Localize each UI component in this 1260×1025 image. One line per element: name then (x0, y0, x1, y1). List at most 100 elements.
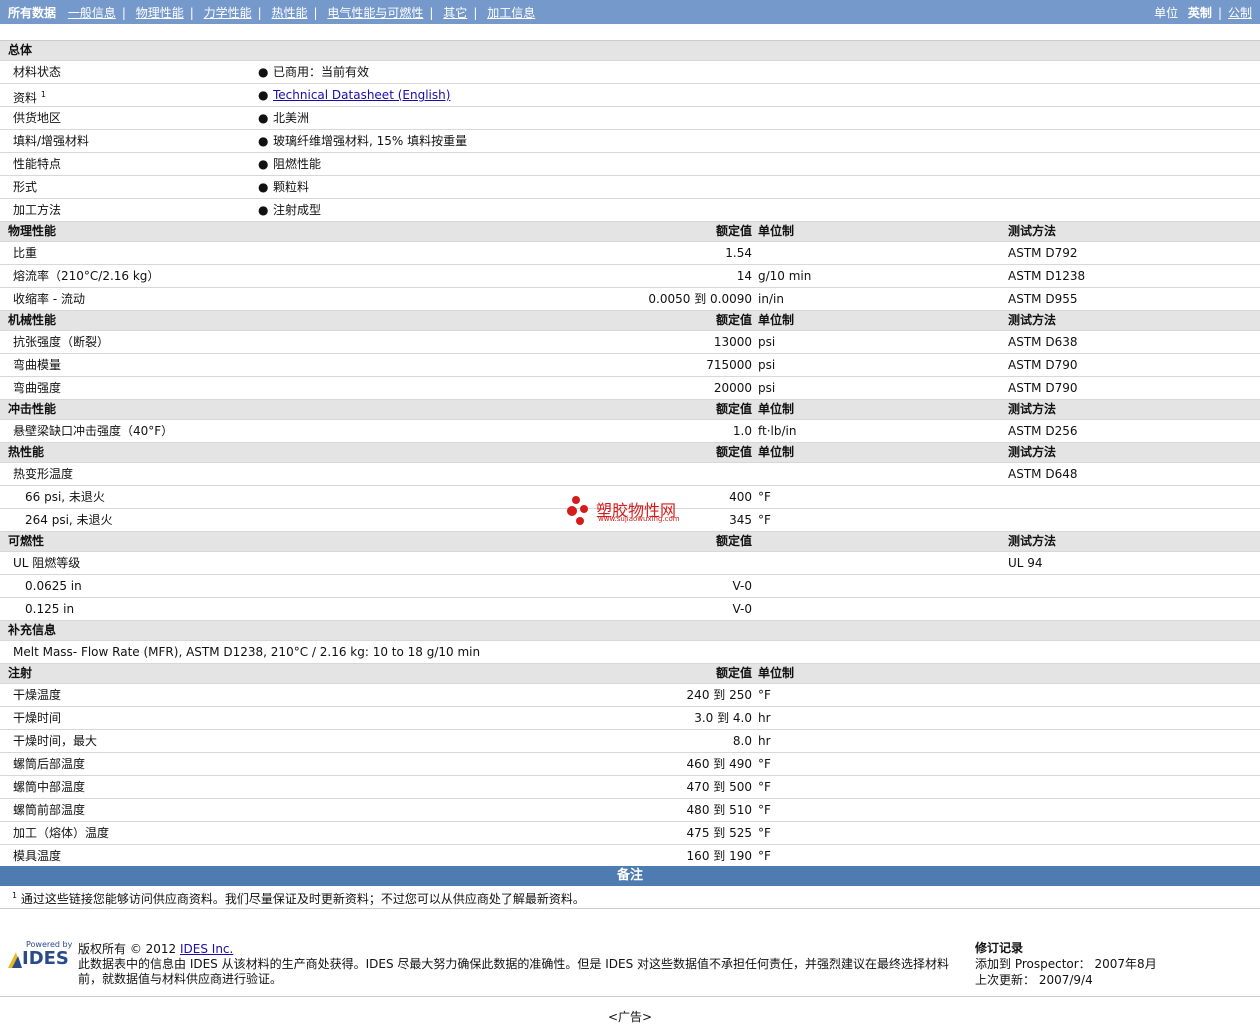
row-test-method: ASTM D256 (1008, 424, 1078, 438)
table-row: 模具温度 160 到 190 °F (0, 845, 1260, 868)
unit-label: 单位 (1154, 6, 1179, 20)
column-header-unit: 单位制 (758, 224, 795, 238)
column-header-test: 测试方法 (1008, 402, 1057, 416)
row-test-method: UL 94 (1008, 556, 1043, 570)
unit-metric-link[interactable]: 公制 (1228, 6, 1252, 20)
divider (0, 908, 1260, 909)
column-header-nominal: 额定值 (715, 313, 752, 327)
tab-general[interactable]: 一般信息 (68, 6, 116, 20)
row-label: 模具温度 (13, 849, 62, 863)
table-row: 螺筒中部温度 470 到 500 °F (0, 776, 1260, 799)
row-value: 400 (729, 490, 752, 504)
row-value: 475 到 525 (686, 826, 752, 840)
row-test-method: ASTM D1238 (1008, 269, 1086, 283)
row-label: 供货地区 (13, 111, 62, 125)
unit-english-button[interactable]: 英制 (1188, 6, 1212, 20)
row-unit: psi (758, 358, 776, 372)
bullet-icon: ● (258, 88, 269, 102)
column-header-test: 测试方法 (1008, 313, 1057, 327)
row-value: V-0 (732, 602, 752, 616)
row-value: 注射成型 (273, 203, 322, 217)
section-title: 注射 (8, 666, 33, 680)
row-label: 0.0625 in (25, 579, 82, 593)
section-header-impact: 冲击性能 额定值 单位制 测试方法 (0, 400, 1260, 420)
datasheet-table: 总体 材料状态 ● 已商用：当前有效 资料 1 ● Technical Datashee… (0, 40, 1260, 868)
revision-history: 修订记录 添加到 Prospector： 2007年8月 上次更新： 2007/… (975, 940, 1157, 988)
row-label: 弯曲模量 (13, 358, 62, 372)
table-row: 弯曲模量 715000 psi ASTM D790 (0, 354, 1260, 377)
table-row: 热变形温度 ASTM D648 (0, 463, 1260, 486)
table-row: 悬壁梁缺口冲击强度（40°F） 1.0 ft·lb/in ASTM D256 (0, 420, 1260, 443)
copyright-line: 版权所有 © 2012 IDES Inc. (78, 942, 958, 957)
table-row: 加工（熔体）温度 475 到 525 °F (0, 822, 1260, 845)
tab-all-data[interactable]: 所有数据 (8, 6, 56, 20)
footnote-text: 通过这些链接您能够访问供应商资料。我们尽量保证及时更新资料；不过您可以从供应商处… (20, 892, 585, 906)
table-row: 形式 ● 颗粒料 (0, 176, 1260, 199)
divider (0, 996, 1260, 997)
row-value: V-0 (732, 579, 752, 593)
tab-processing[interactable]: 加工信息 (487, 6, 535, 20)
section-title: 物理性能 (8, 224, 57, 238)
row-unit: ft·lb/in (758, 424, 797, 438)
row-value: 1.54 (725, 246, 752, 260)
row-label: 材料状态 (13, 65, 62, 79)
tab-mechanical[interactable]: 力学性能 (204, 6, 252, 20)
footnote-marker: 1 (40, 90, 46, 99)
tab-thermal[interactable]: 热性能 (272, 6, 308, 20)
table-row: 螺筒前部温度 480 到 510 °F (0, 799, 1260, 822)
column-header-nominal: 额定值 (715, 666, 752, 680)
row-value: 470 到 500 (686, 780, 752, 794)
row-label: 干燥时间，最大 (13, 734, 98, 748)
row-unit: g/10 min (758, 269, 812, 283)
row-test-method: ASTM D638 (1008, 335, 1078, 349)
row-unit: hr (758, 734, 771, 748)
section-title: 机械性能 (8, 313, 57, 327)
section-title: 热性能 (8, 445, 45, 459)
section-header-supplement: 补充信息 (0, 621, 1260, 641)
tab-physical[interactable]: 物理性能 (136, 6, 184, 20)
row-label: 形式 (13, 180, 38, 194)
table-row: 干燥温度 240 到 250 °F (0, 684, 1260, 707)
section-title: 冲击性能 (8, 402, 57, 416)
ides-logo[interactable]: Powered by IDES (6, 940, 72, 970)
nav-separator: | (313, 6, 318, 20)
row-test-method: ASTM D792 (1008, 246, 1078, 260)
revision-title: 修订记录 (975, 941, 1024, 955)
datasheet-link[interactable]: Technical Datasheet (English) (273, 88, 450, 102)
added-value: 2007年8月 (1094, 957, 1157, 971)
ides-link[interactable]: IDES Inc. (180, 942, 233, 956)
table-row: 比重 1.54 ASTM D792 (0, 242, 1260, 265)
row-value: 颗粒料 (273, 180, 310, 194)
row-label: 收缩率 - 流动 (13, 292, 85, 306)
row-value: 1.0 (732, 424, 752, 438)
row-label-text: 资料 (13, 91, 38, 105)
row-value: 玻璃纤维增强材料, 15% 填料按重量 (273, 134, 468, 148)
unit-switch: 单位 英制 | 公制 (1154, 4, 1252, 21)
row-unit: psi (758, 381, 776, 395)
row-value: 北美洲 (273, 111, 310, 125)
section-nav: 所有数据 一般信息 | 物理性能 | 力学性能 | 热性能 | 电气性能与可燃性 | 其它… (8, 4, 535, 21)
table-row: 供货地区 ● 北美洲 (0, 107, 1260, 130)
row-value: 460 到 490 (686, 757, 752, 771)
row-value: Technical Datasheet (English) (273, 84, 450, 106)
nav-separator: | (1217, 6, 1222, 20)
section-title: 补充信息 (8, 623, 57, 637)
row-unit: °F (758, 780, 771, 794)
column-header-unit: 单位制 (758, 666, 795, 680)
table-row: 0.125 in V-0 (0, 598, 1260, 621)
row-label: 66 psi, 未退火 (25, 490, 105, 504)
tab-other[interactable]: 其它 (443, 6, 467, 20)
row-label: 资料 1 (13, 84, 46, 109)
bullet-icon: ● (258, 157, 269, 171)
row-test-method: ASTM D955 (1008, 292, 1078, 306)
column-header-nominal: 额定值 (715, 445, 752, 459)
bullet-icon: ● (258, 65, 269, 79)
table-row: 干燥时间 3.0 到 4.0 hr (0, 707, 1260, 730)
nav-separator: | (473, 6, 478, 20)
tab-electrical-flammability[interactable]: 电气性能与可燃性 (327, 6, 423, 20)
row-value: 13000 (713, 335, 752, 349)
row-value: 已商用：当前有效 (273, 65, 370, 79)
table-row: Melt Mass- Flow Rate (MFR), ASTM D1238, … (0, 641, 1260, 664)
footnote-marker: 1 (12, 891, 18, 900)
row-value: 14 (736, 269, 752, 283)
